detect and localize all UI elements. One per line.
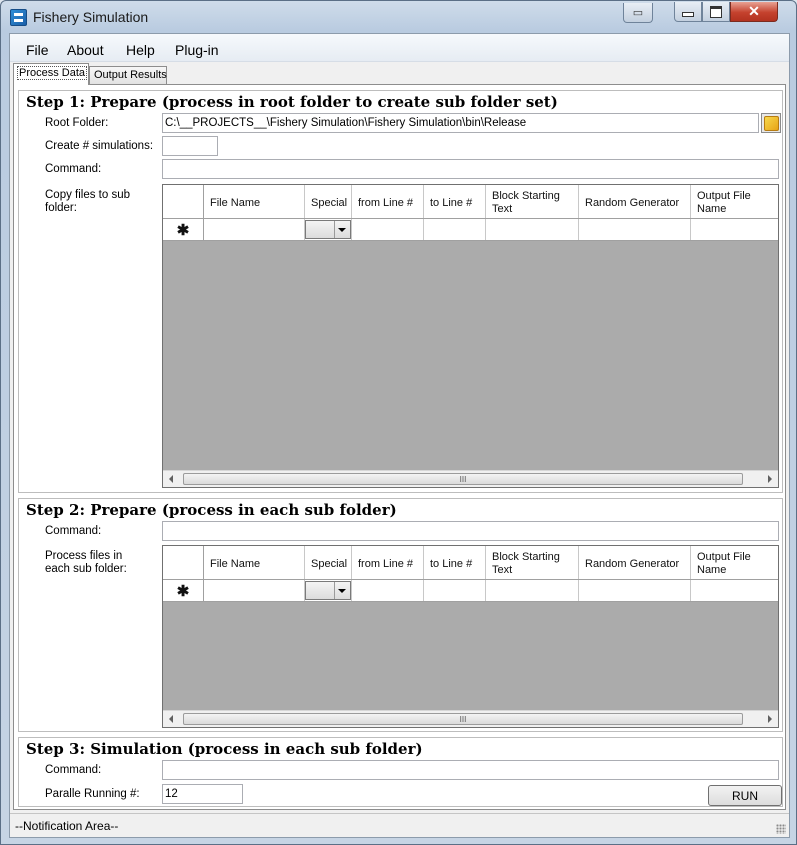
menu-about[interactable]: About (67, 42, 104, 58)
cell-random-generator[interactable] (579, 580, 691, 601)
step1-group: Step 1: Prepare (process in root folder … (18, 90, 783, 493)
cell-from-line[interactable] (352, 219, 424, 240)
column-header-output-file-name[interactable]: Output File Name (691, 546, 778, 579)
parallel-running-input[interactable]: 12 (162, 784, 243, 804)
resize-grip-icon[interactable] (776, 824, 786, 834)
column-header-from-line[interactable]: from Line # (352, 546, 424, 579)
scroll-left-icon[interactable] (169, 475, 173, 483)
step3-command-input[interactable] (162, 760, 779, 780)
run-button[interactable]: RUN (708, 785, 782, 806)
column-header-block-starting-text[interactable]: Block Starting Text (486, 185, 579, 218)
step2-command-input[interactable] (162, 521, 779, 541)
cell-special[interactable] (305, 219, 352, 240)
close-icon: ✕ (748, 3, 760, 19)
column-header-block-starting-text[interactable]: Block Starting Text (486, 546, 579, 579)
grid-new-row: ✱ (163, 580, 778, 602)
root-folder-input[interactable]: C:\__PROJECTS__\Fishery Simulation\Fishe… (162, 113, 759, 133)
client-area: File About Help Plug-in Process Data Out… (9, 33, 790, 838)
step2-title: Step 2: Prepare (process in each sub fol… (26, 501, 397, 519)
column-header-random-generator[interactable]: Random Generator (579, 185, 691, 218)
step1-command-label: Command: (45, 163, 102, 175)
new-row-indicator-icon: ✱ (163, 219, 204, 240)
cell-output-file-name[interactable] (691, 580, 778, 601)
step2-group: Step 2: Prepare (process in each sub fol… (18, 498, 783, 732)
titlebar-extra-button[interactable]: ▭ (623, 3, 653, 23)
process-files-label: Process files in each sub folder: (45, 550, 127, 575)
root-folder-label: Root Folder: (45, 117, 109, 129)
scroll-thumb[interactable]: III (183, 473, 743, 485)
close-button[interactable]: ✕ (730, 2, 778, 22)
tab-output-results[interactable]: Output Results (89, 66, 167, 84)
copy-files-label: Copy files to sub folder: (45, 189, 131, 214)
column-header-special[interactable]: Special (305, 185, 352, 218)
column-header-random-generator[interactable]: Random Generator (579, 546, 691, 579)
tab-process-data[interactable]: Process Data (13, 63, 89, 85)
cell-random-generator[interactable] (579, 219, 691, 240)
window-title: Fishery Simulation (33, 9, 149, 25)
step3-title: Step 3: Simulation (process in each sub … (26, 740, 423, 758)
tab-process-data-label: Process Data (16, 66, 88, 80)
column-header-file-name[interactable]: File Name (204, 185, 305, 218)
column-header-from-line[interactable]: from Line # (352, 185, 424, 218)
step1-command-input[interactable] (162, 159, 779, 179)
cell-file-name[interactable] (204, 219, 305, 240)
cell-block-starting-text[interactable] (486, 580, 579, 601)
horizontal-scrollbar[interactable]: III (163, 710, 778, 727)
cell-to-line[interactable] (424, 219, 486, 240)
copy-files-grid: File Name Special from Line # to Line # … (162, 184, 779, 488)
grid-corner-cell (163, 185, 204, 218)
grid-header: File Name Special from Line # to Line # … (163, 185, 778, 219)
column-header-to-line[interactable]: to Line # (424, 546, 486, 579)
scroll-right-icon[interactable] (768, 475, 772, 483)
menu-help[interactable]: Help (126, 42, 155, 58)
menu-plugin[interactable]: Plug-in (175, 42, 219, 58)
new-row-indicator-icon: ✱ (163, 580, 204, 601)
maximize-button[interactable] (702, 2, 730, 22)
tab-page-process-data: Step 1: Prepare (process in root folder … (13, 84, 786, 810)
create-simulations-label: Create # simulations: (45, 140, 154, 152)
special-dropdown[interactable] (305, 581, 351, 600)
menu-file[interactable]: File (26, 42, 49, 58)
special-dropdown[interactable] (305, 220, 351, 239)
step2-command-label: Command: (45, 525, 102, 537)
folder-icon (764, 116, 779, 131)
menu-bar: File About Help Plug-in (10, 34, 789, 62)
cell-to-line[interactable] (424, 580, 486, 601)
create-simulations-input[interactable] (162, 136, 218, 156)
column-header-to-line[interactable]: to Line # (424, 185, 486, 218)
grid-corner-cell (163, 546, 204, 579)
cell-file-name[interactable] (204, 580, 305, 601)
cell-block-starting-text[interactable] (486, 219, 579, 240)
step1-title: Step 1: Prepare (process in root folder … (26, 93, 558, 111)
step3-group: Step 3: Simulation (process in each sub … (18, 737, 783, 807)
parallel-running-label: Paralle Running #: (45, 788, 140, 800)
horizontal-scrollbar[interactable]: III (163, 470, 778, 487)
notification-area: --Notification Area-- (15, 819, 119, 833)
app-icon (10, 9, 27, 26)
column-header-special[interactable]: Special (305, 546, 352, 579)
scroll-right-icon[interactable] (768, 715, 772, 723)
scroll-thumb[interactable]: III (183, 713, 743, 725)
browse-folder-button[interactable] (761, 113, 781, 133)
minimize-button[interactable] (674, 2, 702, 22)
column-header-file-name[interactable]: File Name (204, 546, 305, 579)
cell-output-file-name[interactable] (691, 219, 778, 240)
step3-command-label: Command: (45, 764, 102, 776)
status-bar: --Notification Area-- (10, 813, 789, 837)
grid-new-row: ✱ (163, 219, 778, 241)
cell-special[interactable] (305, 580, 352, 601)
main-window: Fishery Simulation ▭ ✕ File About Help P… (0, 0, 797, 845)
process-files-grid: File Name Special from Line # to Line # … (162, 545, 779, 728)
cell-from-line[interactable] (352, 580, 424, 601)
title-bar: Fishery Simulation ▭ ✕ (1, 1, 796, 33)
scroll-left-icon[interactable] (169, 715, 173, 723)
column-header-output-file-name[interactable]: Output File Name (691, 185, 778, 218)
grid-header: File Name Special from Line # to Line # … (163, 546, 778, 580)
